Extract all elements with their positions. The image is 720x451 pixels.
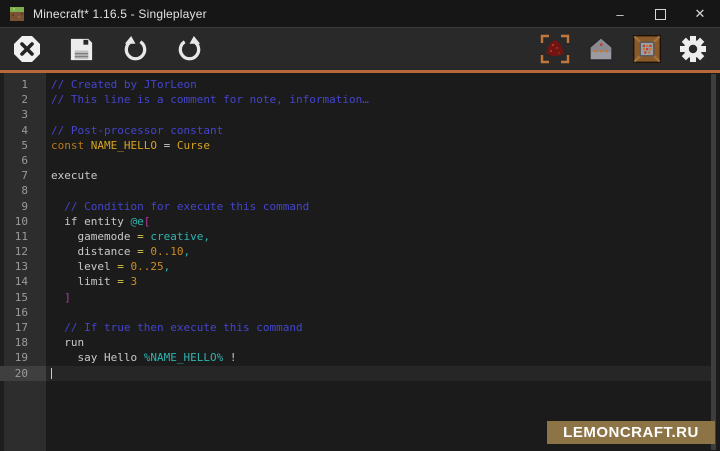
- vertical-scrollbar[interactable]: [711, 74, 716, 450]
- toolbar: [0, 28, 720, 70]
- code-line[interactable]: 5const NAME_HELLO = Curse: [0, 138, 715, 153]
- comparator-button[interactable]: [586, 34, 616, 64]
- close-button[interactable]: ✕: [680, 0, 720, 28]
- comparator-icon: [587, 35, 615, 63]
- settings-gear-icon: [679, 35, 707, 63]
- line-number: 14: [0, 274, 46, 289]
- line-content: run: [46, 335, 715, 350]
- title-bar: Minecraft* 1.16.5 - Singleplayer – ✕: [0, 0, 720, 28]
- line-content: // Condition for execute this command: [46, 199, 715, 214]
- code-rows: 1// Created by JTorLeon2// This line is …: [0, 73, 715, 381]
- line-content: [46, 305, 715, 320]
- line-content: [46, 153, 715, 168]
- line-number: 1: [0, 77, 46, 92]
- line-content: limit = 3: [46, 274, 715, 289]
- line-number: 16: [0, 305, 46, 320]
- line-number: 5: [0, 138, 46, 153]
- line-content: // If true then execute this command: [46, 320, 715, 335]
- close-icon: ✕: [695, 6, 706, 22]
- code-line[interactable]: 14 limit = 3: [0, 274, 715, 289]
- code-line[interactable]: 18 run: [0, 335, 715, 350]
- undo-icon: [122, 36, 149, 63]
- code-line[interactable]: 7execute: [0, 168, 715, 183]
- line-number: 13: [0, 259, 46, 274]
- line-number: 4: [0, 123, 46, 138]
- code-line[interactable]: 9 // Condition for execute this command: [0, 199, 715, 214]
- line-number: 17: [0, 320, 46, 335]
- undo-button[interactable]: [120, 34, 150, 64]
- code-line[interactable]: 19 say Hello %NAME_HELLO% !: [0, 350, 715, 365]
- close-file-button[interactable]: [12, 34, 42, 64]
- minecraft-grass-block-icon: [9, 6, 25, 22]
- line-content: gamemode = creative,: [46, 229, 715, 244]
- line-content: ]: [46, 290, 715, 305]
- line-number: 8: [0, 183, 46, 198]
- code-line[interactable]: 3: [0, 107, 715, 122]
- line-number: 9: [0, 199, 46, 214]
- line-number: 12: [0, 244, 46, 259]
- line-content: [46, 183, 715, 198]
- close-file-icon: [13, 35, 41, 63]
- toolbar-left-group: [12, 34, 204, 64]
- crafting-table-icon: [633, 35, 661, 63]
- maximize-button[interactable]: [640, 0, 680, 28]
- code-editor[interactable]: 1// Created by JTorLeon2// This line is …: [0, 73, 720, 451]
- code-line[interactable]: 17 // If true then execute this command: [0, 320, 715, 335]
- line-content: say Hello %NAME_HELLO% !: [46, 350, 715, 365]
- editor-window: Minecraft* 1.16.5 - Singleplayer – ✕: [0, 0, 720, 451]
- redstone-target-icon: [540, 34, 570, 64]
- code-line[interactable]: 8: [0, 183, 715, 198]
- line-number: 7: [0, 168, 46, 183]
- code-line[interactable]: 20: [0, 366, 715, 381]
- line-number: 10: [0, 214, 46, 229]
- code-line[interactable]: 2// This line is a comment for note, inf…: [0, 92, 715, 107]
- line-content: if entity @e[: [46, 214, 715, 229]
- code-line[interactable]: 4// Post-processor constant: [0, 123, 715, 138]
- code-line[interactable]: 15 ]: [0, 290, 715, 305]
- minimize-button[interactable]: –: [600, 0, 640, 28]
- code-line[interactable]: 1// Created by JTorLeon: [0, 77, 715, 92]
- line-content: [46, 366, 715, 381]
- text-cursor: [51, 368, 52, 379]
- toolbar-right-group: [540, 34, 708, 64]
- maximize-icon: [655, 9, 666, 20]
- code-line[interactable]: 11 gamemode = creative,: [0, 229, 715, 244]
- window-controls: – ✕: [600, 0, 720, 28]
- line-content: // Post-processor constant: [46, 123, 715, 138]
- line-number: 20: [0, 366, 46, 381]
- line-number: 19: [0, 350, 46, 365]
- line-number: 3: [0, 107, 46, 122]
- code-line[interactable]: 6: [0, 153, 715, 168]
- save-button[interactable]: [66, 34, 96, 64]
- code-line[interactable]: 16: [0, 305, 715, 320]
- line-content: const NAME_HELLO = Curse: [46, 138, 715, 153]
- line-number: 15: [0, 290, 46, 305]
- line-number: 6: [0, 153, 46, 168]
- watermark-badge: LEMONCRAFT.RU: [547, 421, 715, 444]
- save-icon: [68, 36, 95, 63]
- line-content: [46, 107, 715, 122]
- redo-icon: [176, 36, 203, 63]
- code-line[interactable]: 10 if entity @e[: [0, 214, 715, 229]
- line-number: 18: [0, 335, 46, 350]
- line-content: // Created by JTorLeon: [46, 77, 715, 92]
- line-content: level = 0..25,: [46, 259, 715, 274]
- line-content: execute: [46, 168, 715, 183]
- crafting-table-button[interactable]: [632, 34, 662, 64]
- minimize-icon: –: [616, 7, 623, 22]
- code-line[interactable]: 12 distance = 0..10,: [0, 244, 715, 259]
- line-number: 11: [0, 229, 46, 244]
- redstone-target-button[interactable]: [540, 34, 570, 64]
- settings-button[interactable]: [678, 34, 708, 64]
- line-content: distance = 0..10,: [46, 244, 715, 259]
- redo-button[interactable]: [174, 34, 204, 64]
- line-content: // This line is a comment for note, info…: [46, 92, 715, 107]
- line-number: 2: [0, 92, 46, 107]
- window-title: Minecraft* 1.16.5 - Singleplayer: [33, 7, 207, 21]
- code-line[interactable]: 13 level = 0..25,: [0, 259, 715, 274]
